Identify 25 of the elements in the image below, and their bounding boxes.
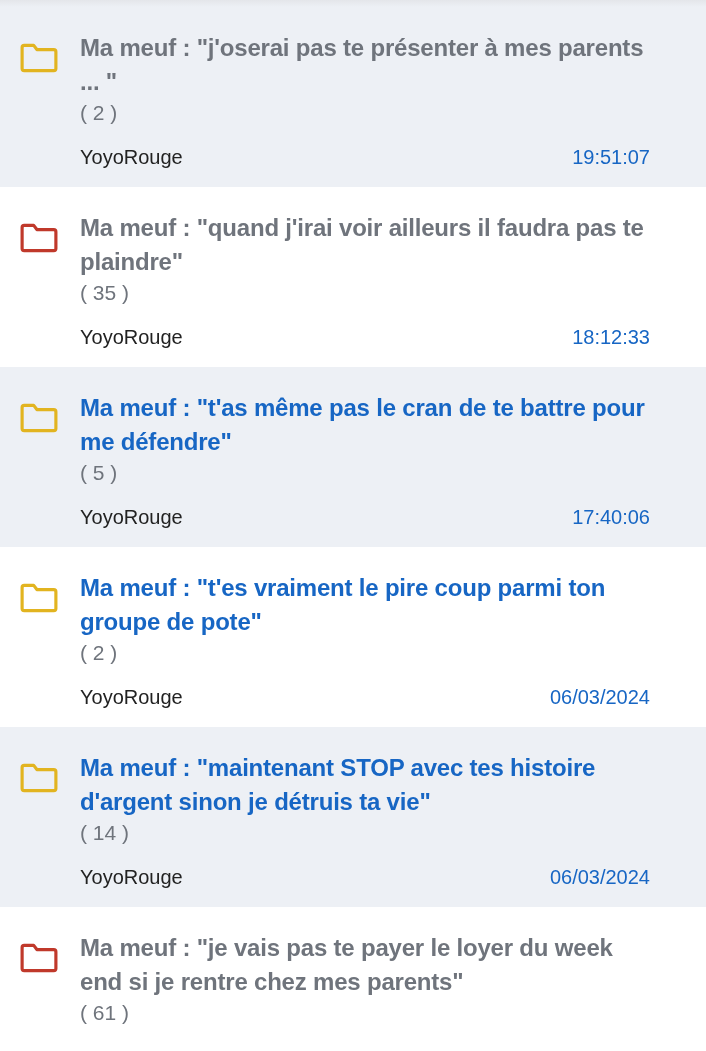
author-name: YoyoRouge xyxy=(80,685,183,710)
post-time: 18:12:33 xyxy=(572,325,650,350)
post-time: 06/03/2024 xyxy=(549,865,650,890)
reply-count: ( 2 ) xyxy=(80,100,119,126)
topic-title[interactable]: Ma meuf : "j'oserai pas te présenter à mes parents ... " xyxy=(80,31,650,99)
reply-count: ( 61 ) xyxy=(80,1000,130,1026)
post-time: 19:51:07 xyxy=(572,145,650,170)
topic-title[interactable]: Ma meuf : "t'as même pas le cran de te battre pour me défendre" xyxy=(80,391,650,459)
topic-row[interactable]: Ma meuf : "maintenant STOP avec tes histoire d'argent sinon je détruis ta vie" ( 14 ) YoyoRouge 06/03/2024 xyxy=(0,727,706,907)
topic-row[interactable]: Ma meuf : "t'as même pas le cran de te battre pour me défendre" ( 5 ) YoyoRouge 17:40:06 xyxy=(0,367,706,547)
reply-count: ( 5 ) xyxy=(80,460,119,486)
post-time: 17:40:06 xyxy=(572,505,650,530)
reply-count: ( 35 ) xyxy=(80,280,130,306)
post-time: 06/03/2024 xyxy=(549,685,650,710)
author-name: YoyoRouge xyxy=(80,865,183,890)
author-name: YoyoRouge xyxy=(80,325,183,350)
author-name: YoyoRouge xyxy=(80,145,183,170)
topic-title[interactable]: Ma meuf : "t'es vraiment le pire coup parmi ton groupe de pote" xyxy=(80,571,650,639)
reply-count: ( 2 ) xyxy=(80,640,119,666)
topic-row[interactable]: Ma meuf : "j'oserai pas te présenter à mes parents ... " ( 2 ) YoyoRouge 19:51:07 xyxy=(0,7,706,187)
reply-count: ( 14 ) xyxy=(80,820,130,846)
topic-title[interactable]: Ma meuf : "je vais pas te payer le loyer du week end si je rentre chez mes parents" xyxy=(80,931,650,999)
topic-title[interactable]: Ma meuf : "maintenant STOP avec tes histoire d'argent sinon je détruis ta vie" xyxy=(80,751,650,819)
author-name: YoyoRouge xyxy=(80,505,183,530)
topic-title[interactable]: Ma meuf : "quand j'irai voir ailleurs il faudra pas te plaindre" xyxy=(80,211,650,279)
